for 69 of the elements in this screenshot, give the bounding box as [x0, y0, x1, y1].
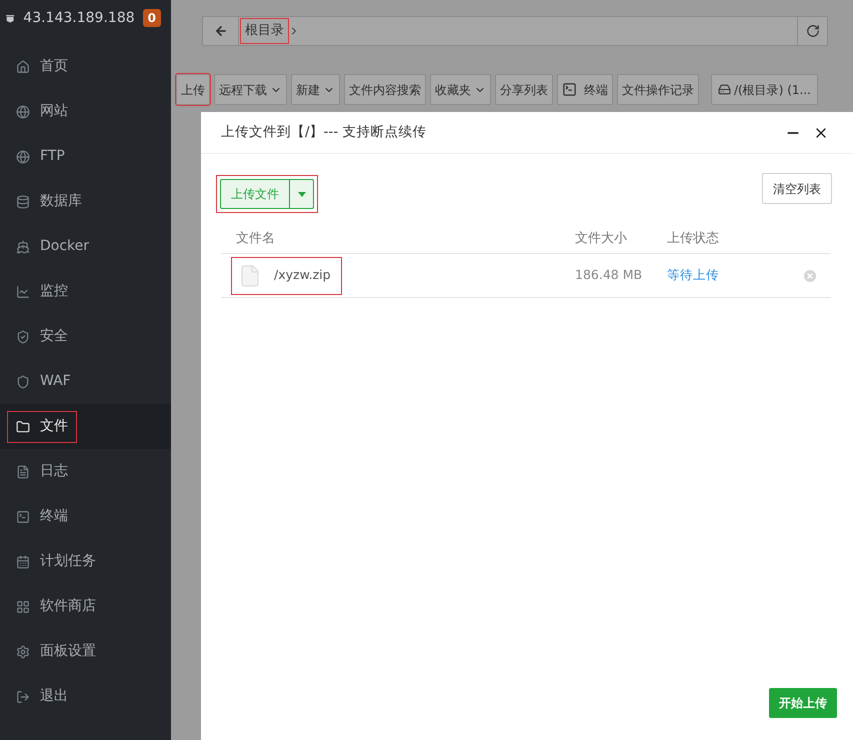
sidebar-item[interactable]: 文件 [0, 404, 171, 449]
caret-icon [298, 192, 306, 196]
grid-icon [16, 600, 30, 614]
refresh-icon [806, 24, 820, 38]
sidebar-item[interactable]: 软件商店 [0, 584, 171, 629]
sidebar-label: 终端 [40, 507, 68, 526]
back-arrow-icon [214, 24, 228, 38]
toolbar-button[interactable]: /(根目录) (1... [711, 74, 818, 105]
chart-icon [16, 284, 30, 298]
sidebar-item[interactable]: 首页 [0, 44, 171, 89]
shield-icon [16, 330, 30, 344]
sidebar-item[interactable]: 网站 [0, 89, 171, 134]
sidebar-item[interactable]: 安全 [0, 314, 171, 359]
home-icon [16, 60, 30, 74]
toolbar-button[interactable]: 收藏夹 [430, 74, 491, 105]
terminal-icon [562, 82, 577, 97]
settings-icon [16, 644, 30, 658]
sidebar-item[interactable]: FTP [0, 134, 171, 179]
sidebar-item[interactable]: 日志 [0, 449, 171, 494]
upload-status: 等待上传 [667, 266, 719, 284]
toolbar-button[interactable]: 分享列表 [495, 74, 553, 105]
clear-list-button[interactable]: 清空列表 [762, 173, 832, 204]
toolbar-button[interactable]: 文件内容搜索 [344, 74, 426, 105]
sidebar-label: WAF [40, 372, 71, 391]
toolbar-button[interactable]: 文件操作记录 [617, 74, 699, 105]
column-header: 文件名 [235, 230, 276, 248]
sidebar-item[interactable]: 面板设置 [0, 629, 171, 674]
sidebar-label: 文件 [40, 417, 68, 436]
column-header: 上传状态 [667, 230, 719, 248]
toolbar-button[interactable]: 终端 [557, 74, 613, 105]
sidebar-label: 退出 [40, 687, 68, 706]
file-name: /xyzw.zip [274, 266, 331, 284]
sidebar-label: 面板设置 [40, 642, 96, 661]
sidebar-label: Docker [40, 237, 90, 256]
globe-icon [16, 104, 30, 118]
terminal-icon [16, 510, 30, 524]
sidebar-item[interactable]: 数据库 [0, 179, 171, 224]
toolbar-button[interactable]: 新建 [291, 74, 340, 105]
file-size: 186.48 MB [575, 266, 644, 284]
dialog-title: 上传文件到【/】--- 支持断点续传 [221, 123, 426, 142]
sidebar-label: 网站 [40, 102, 68, 121]
database-icon [16, 194, 30, 208]
sidebar-label: 软件商店 [40, 597, 96, 616]
toolbar-button[interactable]: 上传 [176, 74, 210, 105]
notification-badge[interactable]: 0 [142, 9, 161, 27]
sidebar-item[interactable]: 监控 [0, 269, 171, 314]
sidebar-label: 安全 [40, 327, 68, 346]
sidebar-item[interactable]: WAF [0, 359, 171, 404]
document-icon [16, 464, 30, 478]
sidebar-item[interactable]: 终端 [0, 494, 171, 539]
sidebar-label: 日志 [40, 462, 68, 481]
calendar-icon [16, 554, 30, 568]
sidebar-label: 监控 [40, 282, 68, 301]
sidebar-label: 计划任务 [40, 552, 96, 571]
sidebar-label: 首页 [40, 57, 68, 76]
server-ip: 43.143.189.188 [23, 8, 135, 28]
sidebar-item[interactable]: 退出 [0, 674, 171, 719]
globe-icon [16, 150, 30, 164]
sidebar-item[interactable]: 计划任务 [0, 539, 171, 584]
shield-icon [16, 374, 30, 388]
toolbar-button[interactable]: 远程下载 [214, 74, 287, 105]
sidebar-label: FTP [40, 147, 65, 166]
sidebar-label: 数据库 [40, 192, 82, 211]
breadcrumb-path[interactable]: 根目录 [241, 19, 288, 43]
sidebar-item[interactable]: Docker [0, 224, 171, 269]
column-header: 文件大小 [575, 230, 628, 248]
ship-icon [16, 240, 30, 254]
folder-icon [16, 420, 30, 434]
logout-icon [16, 690, 30, 704]
